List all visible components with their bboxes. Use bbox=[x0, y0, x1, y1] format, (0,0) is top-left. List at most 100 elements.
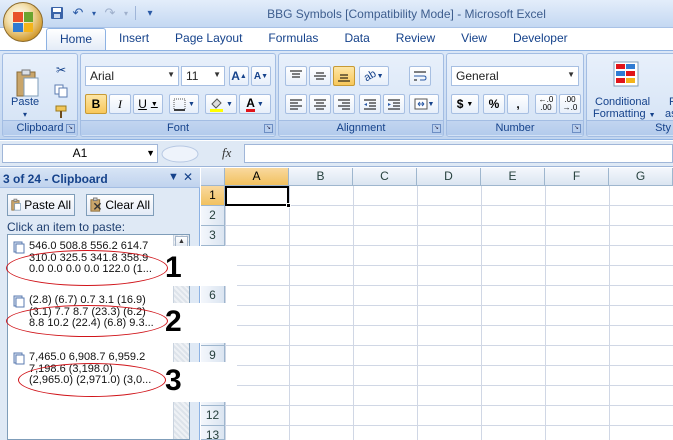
bold-button[interactable]: B bbox=[85, 94, 107, 114]
tab-home[interactable]: Home bbox=[46, 28, 107, 50]
column-header-d[interactable]: D bbox=[417, 168, 481, 186]
format-painter-icon[interactable] bbox=[51, 102, 71, 122]
callout-number-1: 1 bbox=[165, 251, 182, 284]
number-format-dropdown[interactable]: General ▼ bbox=[451, 66, 579, 86]
chevron-down-icon: ▼ bbox=[167, 70, 175, 79]
orientation-button[interactable]: ab ▼ bbox=[359, 66, 389, 86]
align-top-icon[interactable] bbox=[285, 66, 307, 86]
tab-view[interactable]: View bbox=[448, 28, 500, 50]
highlight-ellipse-1 bbox=[6, 250, 168, 286]
increase-decimal-button[interactable]: ←.0.00 bbox=[535, 94, 557, 114]
column-header-g[interactable]: G bbox=[609, 168, 673, 186]
borders-button[interactable]: ▼ bbox=[169, 94, 199, 114]
grow-font-button[interactable]: A ▲ bbox=[229, 66, 249, 86]
row-header-1[interactable]: 1 bbox=[201, 186, 225, 206]
tab-data[interactable]: Data bbox=[331, 28, 382, 50]
row-header-12[interactable]: 12 bbox=[201, 406, 225, 426]
tab-review[interactable]: Review bbox=[383, 28, 448, 50]
align-right-icon[interactable] bbox=[333, 94, 355, 114]
conditional-formatting-button[interactable] bbox=[607, 58, 647, 92]
clear-all-button[interactable]: Clear All bbox=[86, 194, 154, 216]
paste-all-icon bbox=[11, 198, 21, 211]
font-name-dropdown[interactable]: Arial ▼ bbox=[85, 66, 179, 86]
number-launcher-icon[interactable]: ↘ bbox=[572, 124, 581, 133]
callout-number-3: 3 bbox=[165, 364, 182, 397]
font-color-icon: A bbox=[246, 95, 255, 112]
wrap-text-icon[interactable] bbox=[409, 66, 431, 86]
chevron-down-icon: ▼ bbox=[226, 100, 233, 108]
clipboard-launcher-icon[interactable]: ↘ bbox=[66, 124, 75, 133]
office-logo-icon bbox=[13, 12, 33, 32]
font-launcher-icon[interactable]: ↘ bbox=[264, 124, 273, 133]
highlight-ellipse-3 bbox=[18, 363, 166, 397]
select-all-corner[interactable] bbox=[201, 168, 225, 186]
chevron-down-icon: ▼ bbox=[150, 100, 158, 108]
clipboard-hint: Click an item to paste: bbox=[7, 220, 126, 234]
formula-bar: A1 ▼ fx bbox=[0, 141, 673, 167]
accounting-format-button[interactable]: $ ▼ bbox=[451, 94, 479, 114]
shrink-font-button[interactable]: A ▼ bbox=[251, 66, 271, 86]
clear-all-icon bbox=[90, 197, 102, 212]
row-header-13[interactable]: 13 bbox=[201, 426, 225, 440]
close-icon[interactable]: ✕ bbox=[183, 170, 193, 184]
row-header-3[interactable]: 3 bbox=[201, 226, 225, 246]
column-header-a[interactable]: A bbox=[225, 168, 289, 186]
office-button[interactable] bbox=[3, 2, 43, 42]
fill-handle[interactable] bbox=[286, 203, 291, 208]
borders-icon bbox=[173, 98, 186, 111]
formula-bar-grip-icon bbox=[161, 145, 199, 163]
font-size-dropdown[interactable]: 11 ▼ bbox=[181, 66, 225, 86]
name-box[interactable]: A1 ▼ bbox=[2, 144, 158, 163]
merge-cells-icon bbox=[414, 98, 428, 110]
clipboard-group: Paste ▾ ✂ Clipboard ↘ bbox=[2, 53, 78, 137]
column-header-e[interactable]: E bbox=[481, 168, 545, 186]
pane-options-icon[interactable]: ▼ bbox=[168, 171, 179, 183]
decrease-indent-icon[interactable] bbox=[359, 94, 381, 114]
annotation-strip-1 bbox=[172, 246, 237, 286]
active-cell-a1[interactable] bbox=[225, 186, 289, 206]
align-left-icon[interactable] bbox=[285, 94, 307, 114]
column-header-f[interactable]: F bbox=[545, 168, 609, 186]
column-header-c[interactable]: C bbox=[353, 168, 417, 186]
annotation-strip-3 bbox=[172, 362, 237, 402]
align-center-icon[interactable] bbox=[309, 94, 331, 114]
column-header-b[interactable]: B bbox=[289, 168, 353, 186]
font-color-button[interactable]: A ▼ bbox=[239, 94, 271, 114]
paste-icon bbox=[16, 69, 39, 97]
merge-center-button[interactable]: ▼ bbox=[409, 94, 439, 114]
conditional-formatting-icon bbox=[613, 61, 639, 87]
comma-style-button[interactable]: , bbox=[507, 94, 529, 114]
insert-function-button[interactable]: fx bbox=[222, 145, 231, 161]
align-bottom-icon[interactable] bbox=[333, 66, 355, 86]
ribbon-tabs: Home Insert Page Layout Formulas Data Re… bbox=[46, 28, 581, 50]
increase-indent-icon[interactable] bbox=[383, 94, 405, 114]
number-group-label: Number bbox=[447, 120, 583, 135]
cell-grid[interactable] bbox=[225, 186, 673, 440]
alignment-launcher-icon[interactable]: ↘ bbox=[432, 124, 441, 133]
font-group-label: Font bbox=[81, 120, 275, 135]
clipboard-pane: 3 of 24 - Clipboard ▼ ✕ Paste All Clear … bbox=[0, 168, 200, 440]
italic-button[interactable]: I bbox=[109, 94, 131, 114]
paste-all-button[interactable]: Paste All bbox=[7, 194, 75, 216]
align-middle-icon[interactable] bbox=[309, 66, 331, 86]
decrease-decimal-icon: →.0 bbox=[562, 103, 578, 112]
clipboard-pane-title: 3 of 24 - Clipboard bbox=[3, 172, 108, 186]
tab-insert[interactable]: Insert bbox=[106, 28, 162, 50]
alignment-group-label: Alignment bbox=[279, 120, 443, 135]
formula-input[interactable] bbox=[244, 144, 673, 163]
tab-page-layout[interactable]: Page Layout bbox=[162, 28, 255, 50]
tab-formulas[interactable]: Formulas bbox=[255, 28, 331, 50]
percent-style-button[interactable]: % bbox=[483, 94, 505, 114]
alignment-group: ab ▼ ▼ Alignment ↘ bbox=[278, 53, 444, 137]
chevron-down-icon: ▼ bbox=[146, 148, 155, 158]
row-header-2[interactable]: 2 bbox=[201, 206, 225, 226]
decrease-decimal-button[interactable]: .00 →.0 bbox=[559, 94, 581, 114]
underline-button[interactable]: U ▼ bbox=[133, 94, 163, 114]
copy-icon[interactable] bbox=[51, 81, 71, 101]
tab-developer[interactable]: Developer bbox=[500, 28, 581, 50]
clipboard-item-line: 7,465.0 6,908.7 6,959.2 bbox=[29, 352, 146, 363]
fill-color-button[interactable]: ▼ bbox=[205, 94, 237, 114]
fill-bucket-icon bbox=[210, 97, 224, 112]
cut-icon[interactable]: ✂ bbox=[51, 60, 71, 80]
title-bar: ↶ ▾ ↷ ▾ ▾ BBG Symbols [Compatibility Mod… bbox=[0, 0, 673, 28]
